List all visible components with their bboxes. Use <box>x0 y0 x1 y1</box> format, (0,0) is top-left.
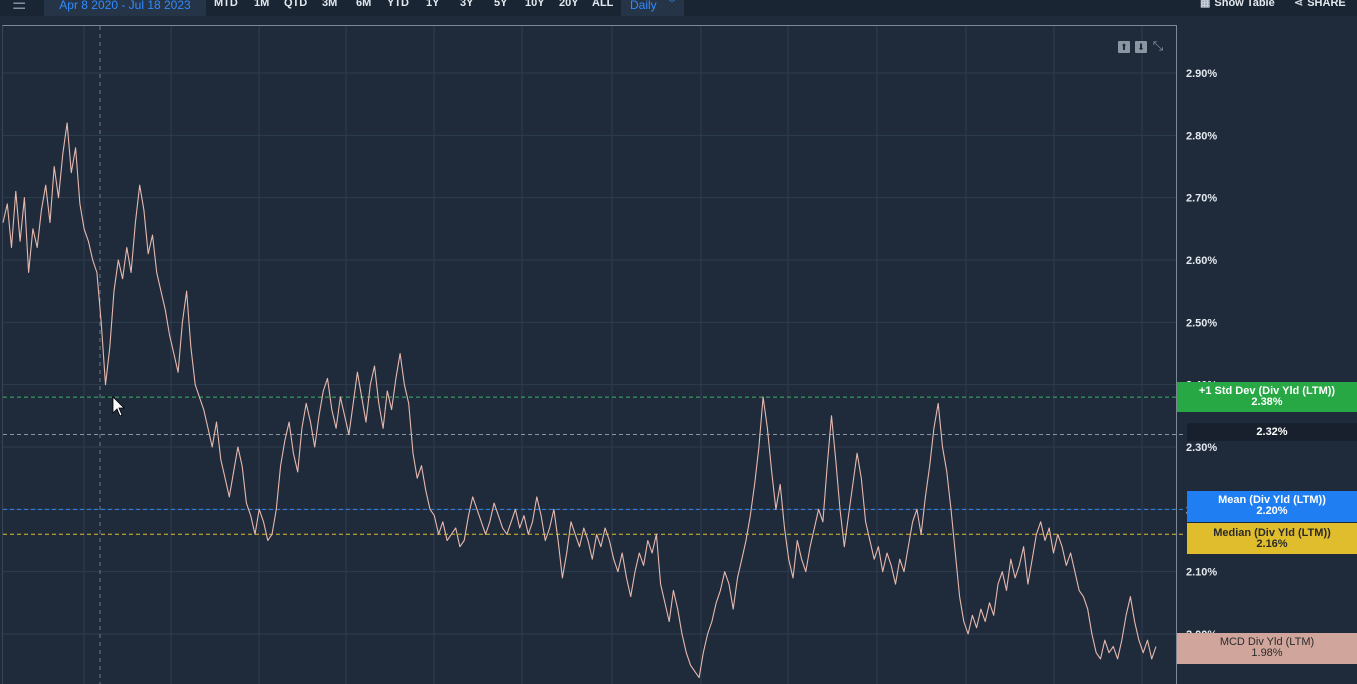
median-tag: Median (Div Yld (LTM)) 2.16% <box>1187 523 1357 554</box>
y-axis: 2.00%2.10%2.20%2.30%2.40%2.50%2.60%2.70%… <box>1186 68 1217 641</box>
horizontal-grid <box>3 72 1176 635</box>
y-tick-label: 2.50% <box>1186 317 1217 329</box>
reference-lines <box>3 396 1186 535</box>
last-value-tag-value: 1.98% <box>1251 647 1283 659</box>
collapse-icon[interactable]: ⤡ <box>1152 39 1164 52</box>
y-tick-label: 2.90% <box>1186 68 1217 80</box>
y-tick-label: 2.10% <box>1186 567 1217 579</box>
series-layer <box>2 122 1157 679</box>
std-dev-tag: +1 Std Dev (Div Yld (LTM)) 2.38% <box>1177 382 1357 412</box>
chart-export-icons: ⬆ ⬇ ⤡ <box>1118 37 1169 53</box>
median-tag-value: 2.16% <box>1256 538 1288 550</box>
chart-svg: 2.00%2.10%2.20%2.30%2.40%2.50%2.60%2.70%… <box>2 26 1217 684</box>
mouse-cursor-icon <box>112 396 125 417</box>
download-icon[interactable]: ⬇ <box>1135 41 1147 53</box>
mean-tag: Mean (Div Yld (LTM)) 2.20% <box>1187 491 1357 522</box>
y-tick-label: 2.80% <box>1186 130 1217 142</box>
upload-icon[interactable]: ⬆ <box>1118 41 1130 53</box>
y-tick-label: 2.60% <box>1186 255 1217 267</box>
y-tick-label: 2.70% <box>1186 193 1217 205</box>
y-tick-label: 2.30% <box>1186 442 1217 454</box>
last-value-tag: MCD Div Yld (LTM) 1.98% <box>1177 633 1357 664</box>
vertical-grid <box>83 26 1143 684</box>
mean-tag-value: 2.20% <box>1256 505 1288 517</box>
current-value-tag: 2.32% <box>1187 423 1357 441</box>
series-line <box>2 122 1157 679</box>
std-dev-tag-value: 2.38% <box>1251 396 1283 408</box>
